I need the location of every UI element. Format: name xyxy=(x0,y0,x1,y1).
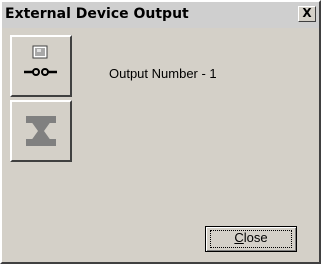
output-toggle-button[interactable] xyxy=(10,35,72,97)
title-close-button[interactable]: X xyxy=(298,6,316,22)
disabled-output-button[interactable] xyxy=(10,100,72,162)
close-label-rest: lose xyxy=(243,230,268,245)
close-button[interactable]: Close xyxy=(205,226,297,252)
dialog-window: External Device Output X Output Number -… xyxy=(0,0,321,264)
close-mnemonic: C xyxy=(234,230,244,245)
close-icon: X xyxy=(302,6,312,20)
close-button-label: Close xyxy=(234,230,267,245)
title-bar[interactable]: External Device Output X xyxy=(2,2,319,28)
output-number-label: Output Number - 1 xyxy=(109,66,217,81)
switch-connector-icon xyxy=(24,45,57,76)
window-title: External Device Output xyxy=(5,6,189,22)
disabled-connector-icon xyxy=(26,116,56,146)
